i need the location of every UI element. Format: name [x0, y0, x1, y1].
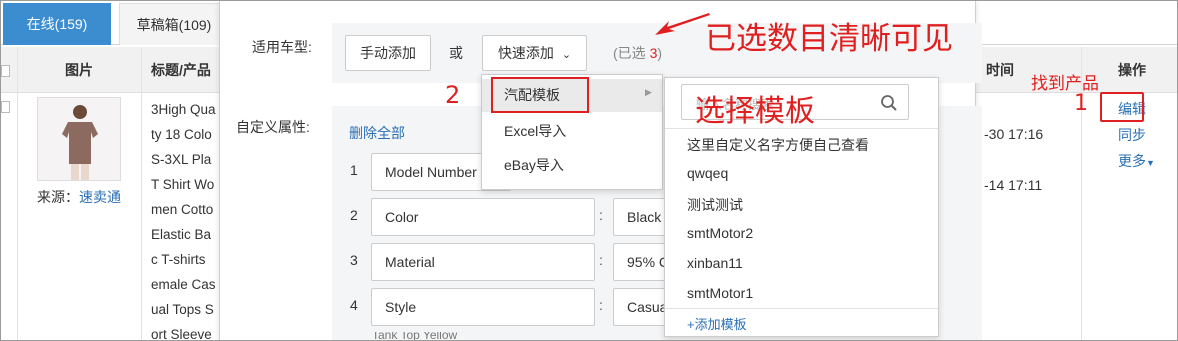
- chevron-down-icon: ⌄: [561, 49, 572, 61]
- attr-name-input[interactable]: Style: [371, 288, 595, 326]
- column-divider: [141, 47, 142, 340]
- manual-add-button[interactable]: 手动添加: [345, 35, 431, 71]
- tab-online[interactable]: 在线(159): [3, 3, 111, 45]
- highlight-box-edit: [1100, 92, 1144, 122]
- attr-row-number: 4: [350, 297, 358, 313]
- annotation-arrow-icon: [655, 13, 710, 35]
- header-time: 时间: [986, 62, 1014, 78]
- more-button[interactable]: 更多▼: [1118, 151, 1155, 171]
- column-divider: [17, 47, 18, 340]
- created-time: -30 17:16: [984, 126, 1044, 142]
- title-line: c T-shirts: [151, 252, 206, 267]
- template-item[interactable]: xinban11: [687, 255, 743, 271]
- title-line: ort Sleeve: [151, 327, 212, 341]
- colon-separator: :: [599, 252, 603, 268]
- caret-down-icon: ▼: [1146, 158, 1155, 168]
- header-title: 标题/产品: [151, 62, 211, 78]
- template-item[interactable]: 测试测试: [687, 195, 743, 215]
- source-link[interactable]: 速卖通: [79, 189, 121, 205]
- or-label: 或: [449, 45, 463, 61]
- selected-prefix: (已选: [613, 45, 650, 61]
- source-label: 来源：: [37, 189, 79, 205]
- step-2-label: 2: [445, 81, 461, 109]
- partial-field-text: Tank Top Yellow: [372, 332, 458, 341]
- template-item[interactable]: qwqeq: [687, 165, 728, 181]
- sync-button[interactable]: 同步: [1118, 125, 1146, 145]
- tab-drafts[interactable]: 草稿箱(109): [119, 3, 229, 45]
- attr-name-input[interactable]: Material: [371, 243, 595, 281]
- add-template-link[interactable]: +添加模板: [687, 314, 747, 333]
- submenu-arrow-icon: ▶: [645, 87, 652, 97]
- title-line: S-3XL Pla: [151, 152, 212, 167]
- selected-clear-note: 已选数目清晰可见: [705, 21, 953, 57]
- title-line: ual Tops S: [151, 302, 214, 317]
- quick-add-label: 快速添加: [497, 45, 554, 61]
- screenshot-frame: 在线(159) 草稿箱(109) 图片 标题/产品 时间 操作 来源：速卖通 3…: [0, 0, 1178, 341]
- more-label: 更多: [1118, 153, 1146, 169]
- product-thumbnail[interactable]: [37, 97, 121, 181]
- select-all-checkbox[interactable]: [1, 65, 10, 77]
- quick-add-button[interactable]: 快速添加 ⌄: [482, 35, 587, 71]
- header-ops: 操作: [1118, 62, 1146, 78]
- step-1-label: 1: [1074, 91, 1088, 116]
- menu-item-excel-import[interactable]: Excel导入: [482, 115, 662, 148]
- title-line: T Shirt Wo: [151, 177, 215, 192]
- vehicle-label: 适用车型:: [252, 39, 312, 55]
- product-source: 来源：速卖通: [37, 187, 121, 207]
- delete-all-link[interactable]: 删除全部: [349, 123, 405, 143]
- selected-suffix: ): [657, 45, 663, 61]
- selected-count: (已选 3): [613, 43, 662, 63]
- header-image: 图片: [65, 62, 93, 78]
- title-line: 3High Qua: [151, 102, 216, 117]
- title-line: men Cotto: [151, 202, 214, 217]
- attr-name-input[interactable]: Color: [371, 198, 595, 236]
- template-item[interactable]: 这里自定义名字方便自己查看: [687, 135, 869, 155]
- choose-template-note: 选择模板: [695, 94, 815, 129]
- colon-separator: :: [599, 297, 603, 313]
- highlight-box-auto-template: [491, 77, 589, 113]
- product-title[interactable]: 3High Qua ty 18 Colo S-3XL Pla T Shirt W…: [151, 97, 221, 341]
- template-item[interactable]: smtMotor1: [687, 285, 753, 301]
- menu-item-ebay-import[interactable]: eBay导入: [482, 149, 662, 182]
- attr-row-number: 2: [350, 207, 358, 223]
- search-icon[interactable]: [880, 94, 898, 112]
- attr-row-number: 3: [350, 252, 358, 268]
- find-product-note: 找到产品: [1031, 74, 1099, 94]
- colon-separator: :: [599, 207, 603, 223]
- updated-time: -14 17:11: [984, 177, 1043, 193]
- template-item[interactable]: smtMotor2: [687, 225, 753, 241]
- title-line: ty 18 Colo: [151, 127, 212, 142]
- custom-attr-label: 自定义属性:: [236, 119, 310, 135]
- row-checkbox[interactable]: [1, 101, 10, 113]
- menu-divider: [665, 308, 938, 309]
- title-line: emale Cas: [151, 277, 216, 292]
- attr-row-number: 1: [350, 162, 358, 178]
- title-line: Elastic Ba: [151, 227, 212, 242]
